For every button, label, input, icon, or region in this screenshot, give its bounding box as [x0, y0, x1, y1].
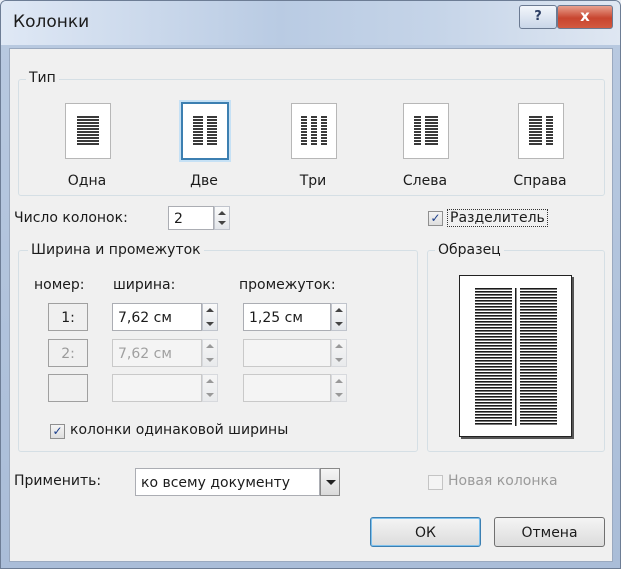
row3-spacing-spinner[interactable]: [331, 374, 347, 402]
row2-width-spinner[interactable]: [202, 339, 218, 367]
row3-width-input[interactable]: [112, 374, 202, 402]
title-bar[interactable]: Колонки ? x: [1, 1, 620, 45]
row2-width-input[interactable]: 7,62 см: [112, 339, 202, 367]
cancel-button[interactable]: Отмена: [494, 517, 605, 547]
apply-dropdown-button[interactable]: [320, 468, 340, 496]
preset-right-label[interactable]: Справа: [500, 173, 580, 189]
three-columns-icon: [300, 116, 328, 145]
equal-width-label[interactable]: колонки одинаковой ширины: [70, 422, 288, 438]
preset-one-label[interactable]: Одна: [47, 173, 127, 189]
row2-number: 2:: [48, 339, 88, 367]
preset-two-label[interactable]: Две: [164, 173, 244, 189]
right-column-icon: [527, 116, 555, 145]
preset-right-button[interactable]: [518, 103, 564, 159]
preset-two-button[interactable]: [181, 102, 229, 160]
columns-dialog: Колонки ? x Тип Одна Две Три Слева Справ…: [0, 0, 621, 569]
row3-spacing-input[interactable]: [243, 374, 331, 402]
equal-width-checkbox[interactable]: ✓: [50, 424, 65, 439]
preset-left-button[interactable]: [403, 103, 449, 159]
dialog-title: Колонки: [13, 12, 90, 32]
row1-spacing-input[interactable]: 1,25 см: [243, 303, 331, 331]
preset-three-label[interactable]: Три: [273, 173, 353, 189]
dialog-body: Тип Одна Две Три Слева Справа Число коло…: [9, 48, 613, 562]
number-header: номер:: [34, 277, 85, 293]
separator-checkbox[interactable]: ✓: [428, 211, 443, 226]
close-button[interactable]: x: [557, 5, 613, 29]
columns-count-input[interactable]: 2: [168, 206, 214, 230]
row1-width-spinner[interactable]: [202, 303, 218, 331]
width-header: ширина:: [113, 277, 176, 293]
columns-count-spinner[interactable]: [214, 206, 230, 230]
preview-page: [459, 275, 572, 437]
row1-width-input[interactable]: 7,62 см: [112, 303, 202, 331]
spacing-header: промежуток:: [239, 277, 336, 293]
separator-label[interactable]: Разделитель: [447, 209, 548, 227]
preset-left-label[interactable]: Слева: [385, 173, 465, 189]
preview-label: Образец: [435, 242, 504, 258]
preset-one-button[interactable]: [65, 103, 111, 159]
row2-spacing-input[interactable]: [243, 339, 331, 367]
row3-number: [48, 374, 88, 402]
chevron-down-icon: [326, 480, 336, 485]
type-group-label: Тип: [26, 70, 59, 86]
two-columns-icon: [193, 116, 217, 145]
left-column-icon: [412, 116, 440, 145]
help-button[interactable]: ?: [519, 5, 557, 29]
ok-button[interactable]: ОК: [370, 517, 481, 547]
preview-columns-icon: [475, 288, 557, 426]
row3-width-spinner[interactable]: [202, 374, 218, 402]
preset-three-button[interactable]: [291, 103, 337, 159]
apply-select[interactable]: ко всему документу: [135, 468, 320, 496]
row2-spacing-spinner[interactable]: [331, 339, 347, 367]
apply-label: Применить:: [14, 473, 102, 489]
row1-spacing-spinner[interactable]: [331, 303, 347, 331]
new-column-checkbox[interactable]: [428, 475, 443, 490]
width-spacing-label: Ширина и промежуток: [28, 242, 204, 258]
row1-number: 1:: [48, 303, 88, 331]
columns-count-label: Число колонок:: [14, 210, 128, 226]
new-column-label[interactable]: Новая колонка: [448, 473, 558, 489]
one-column-icon: [77, 116, 99, 145]
